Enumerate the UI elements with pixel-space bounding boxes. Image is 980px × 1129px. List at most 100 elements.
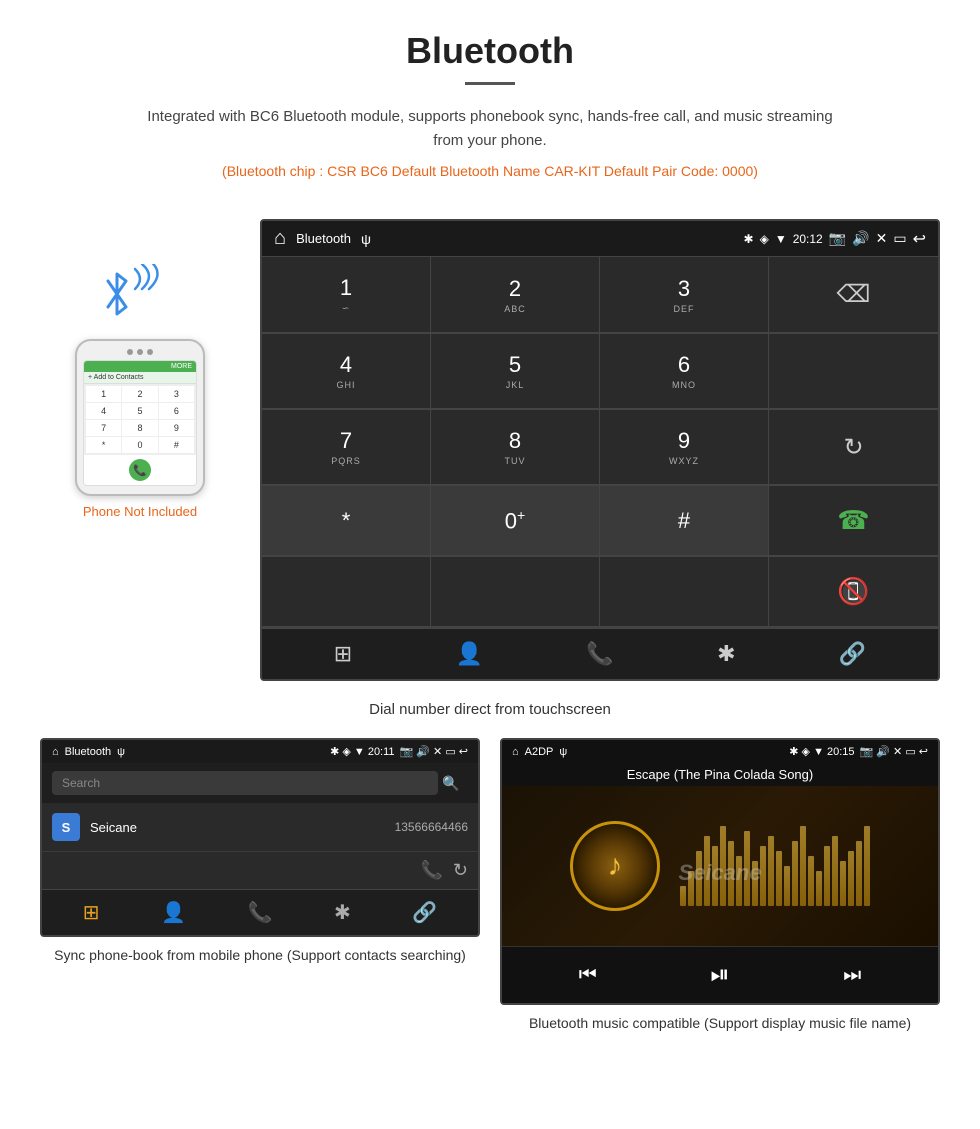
grid-icon[interactable]: ⊞	[334, 641, 352, 667]
bluetooth-bottom-icon[interactable]: ✱	[717, 641, 735, 667]
eq-bar	[704, 836, 710, 906]
dial-key-1[interactable]: 1∽	[262, 257, 431, 333]
main-screen-caption: Dial number direct from touchscreen	[0, 701, 980, 718]
phone-key-1[interactable]: 1	[86, 386, 121, 402]
play-pause-button[interactable]: ⏯	[710, 961, 729, 989]
phone-key-8[interactable]: 8	[122, 420, 157, 436]
phone-key-9[interactable]: 9	[159, 420, 194, 436]
dial-key-star[interactable]: *	[262, 486, 431, 556]
window-icon: ▭	[893, 230, 906, 247]
eq-bar	[808, 856, 814, 906]
eq-bar	[864, 826, 870, 906]
pb-status-icons2: 📷 🔊 ✕ ▭ ↩	[400, 745, 468, 758]
phonebook-screen: ⌂ Bluetooth ψ ✱ ◈ ▼ 20:11 📷 🔊 ✕ ▭ ↩ Sear…	[40, 738, 480, 937]
page-header: Bluetooth Integrated with BC6 Bluetooth …	[0, 0, 980, 209]
eq-bar	[744, 831, 750, 906]
pb-grid-icon[interactable]: ⊞	[83, 900, 100, 925]
back-icon[interactable]: ↩	[913, 229, 926, 249]
phone-key-0[interactable]: 0	[122, 437, 157, 453]
phone-mockup: MORE + Add to Contacts 1 2 3 4 5 6 7 8 9…	[75, 339, 205, 496]
dial-key-end[interactable]: 📵	[769, 557, 938, 627]
prev-track-button[interactable]: ⏮	[579, 964, 597, 987]
eq-bar	[720, 826, 726, 906]
eq-bar	[832, 836, 838, 906]
pb-call-icon[interactable]: 📞	[420, 860, 442, 881]
dial-key-8[interactable]: 8TUV	[431, 410, 600, 485]
dial-key-backspace[interactable]: ⌫	[769, 257, 938, 333]
pb-link-icon[interactable]: 🔗	[412, 900, 437, 925]
dialpad-row-5: 📵	[262, 556, 938, 628]
car-statusbar: ⌂ Bluetooth ψ ✱ ◈ ▼ 20:12 📷 🔊 ✕ ▭ ↩	[262, 221, 938, 256]
title-divider	[465, 82, 515, 85]
eq-bar	[712, 846, 718, 906]
music-statusbar: ⌂ A2DP ψ ✱ ◈ ▼ 20:15 📷 🔊 ✕ ▭ ↩	[502, 740, 938, 763]
dial-key-9[interactable]: 9WXYZ	[600, 410, 769, 485]
next-track-button[interactable]: ⏭	[843, 964, 861, 987]
eq-bar	[728, 841, 734, 906]
phone-key-4[interactable]: 4	[86, 403, 121, 419]
pb-home-icon[interactable]: ⌂	[52, 746, 59, 758]
music-block: ⌂ A2DP ψ ✱ ◈ ▼ 20:15 📷 🔊 ✕ ▭ ↩ Escape (T…	[500, 738, 940, 1034]
dialpad-row-3: 7PQRS 8TUV 9WXYZ ↻	[262, 409, 938, 485]
dial-key-0[interactable]: 0+	[431, 486, 600, 556]
contacts-icon[interactable]: 👤	[456, 641, 483, 667]
dial-key-7[interactable]: 7PQRS	[262, 410, 431, 485]
dialpad-row-2: 4GHI 5JKL 6MNO	[262, 333, 938, 409]
phone-top-bar	[83, 349, 197, 355]
pb-search-icon[interactable]: 🔍	[442, 775, 459, 792]
statusbar-time: 20:12	[793, 232, 823, 246]
phone-key-hash[interactable]: #	[159, 437, 194, 453]
phone-key-6[interactable]: 6	[159, 403, 194, 419]
phone-icon[interactable]: 📞	[586, 641, 613, 667]
phone-screen-header: MORE	[84, 361, 196, 372]
music-status-icons2: 📷 🔊 ✕ ▭ ↩	[860, 745, 928, 758]
phone-call-button[interactable]: 📞	[129, 459, 151, 481]
music-status-icons: ✱ ◈ ▼ 20:15	[789, 745, 854, 758]
music-home-icon[interactable]: ⌂	[512, 746, 519, 758]
phone-screen: MORE + Add to Contacts 1 2 3 4 5 6 7 8 9…	[83, 360, 197, 486]
bluetooth-icon-wrapper	[100, 259, 180, 329]
dial-key-reload[interactable]: ↻	[769, 410, 938, 485]
pb-bt-icon[interactable]: ✱	[334, 900, 351, 925]
music-album-art: ♪	[570, 821, 660, 911]
eq-bar	[848, 851, 854, 906]
eq-bar	[784, 866, 790, 906]
music-eq-bars	[680, 826, 870, 906]
phone-key-star[interactable]: *	[86, 437, 121, 453]
phone-key-2[interactable]: 2	[122, 386, 157, 402]
dial-key-2[interactable]: 2ABC	[431, 257, 600, 333]
phone-contact-bar: + Add to Contacts	[84, 372, 196, 384]
music-note-icon: ♪	[608, 849, 623, 883]
dial-key-6[interactable]: 6MNO	[600, 334, 769, 409]
pb-phone-icon[interactable]: 📞	[248, 900, 273, 925]
eq-bar	[776, 851, 782, 906]
phone-dialpad: 1 2 3 4 5 6 7 8 9 * 0 #	[84, 384, 196, 455]
phone-key-5[interactable]: 5	[122, 403, 157, 419]
pb-contacts-icon[interactable]: 👤	[161, 900, 186, 925]
music-caption: Bluetooth music compatible (Support disp…	[500, 1013, 940, 1034]
dial-key-5[interactable]: 5JKL	[431, 334, 600, 409]
phone-key-3[interactable]: 3	[159, 386, 194, 402]
music-screen: ⌂ A2DP ψ ✱ ◈ ▼ 20:15 📷 🔊 ✕ ▭ ↩ Escape (T…	[500, 738, 940, 1005]
pb-contact-avatar: S	[52, 813, 80, 841]
home-icon[interactable]: ⌂	[274, 227, 286, 250]
dial-key-4[interactable]: 4GHI	[262, 334, 431, 409]
pb-search-input[interactable]: Search	[52, 771, 438, 795]
pb-status-icons: ✱ ◈ ▼ 20:11	[330, 745, 394, 758]
dial-key-hash[interactable]: #	[600, 486, 769, 556]
specs-text: (Bluetooth chip : CSR BC6 Default Blueto…	[20, 163, 960, 179]
dial-key-3[interactable]: 3DEF	[600, 257, 769, 333]
statusbar-right: ✱ ◈ ▼ 20:12 📷 🔊 ✕ ▭ ↩	[744, 229, 926, 249]
music-controls-bar: ⏮ ⏯ ⏭	[502, 946, 938, 1003]
link-icon[interactable]: 🔗	[839, 641, 866, 667]
eq-bar	[736, 856, 742, 906]
eq-bar	[688, 871, 694, 906]
phone-key-7[interactable]: 7	[86, 420, 121, 436]
statusbar-app-name: Bluetooth	[296, 231, 351, 246]
close-icon[interactable]: ✕	[876, 230, 888, 247]
dialpad-row-1: 1∽ 2ABC 3DEF ⌫	[262, 256, 938, 333]
pb-sync-icon[interactable]: ↻	[453, 860, 468, 881]
dial-key-call[interactable]: ☎	[769, 486, 938, 556]
dial-empty-5b	[431, 557, 600, 627]
pb-contact-row[interactable]: S Seicane 13566664466	[42, 803, 478, 852]
